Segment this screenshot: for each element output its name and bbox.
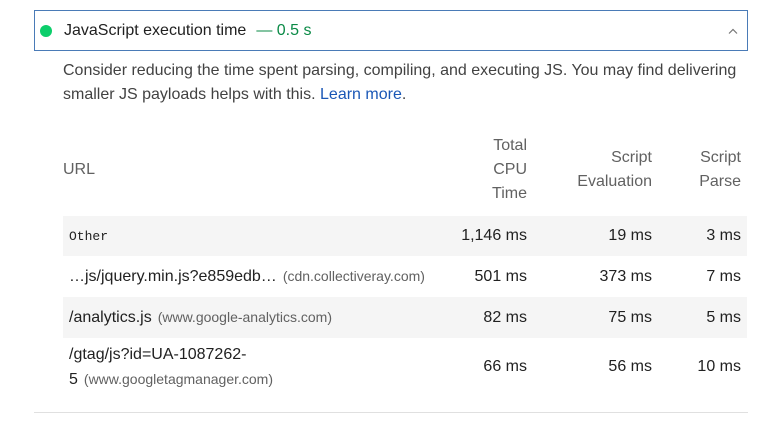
script-parse-cell: 5 ms: [706, 308, 741, 326]
table-row: …js/jquery.min.js?e859edb… (cdn.collectiv…: [63, 256, 747, 297]
url-text: Other: [69, 228, 109, 244]
header-url: URL: [63, 161, 96, 178]
header-total-line: Total: [493, 137, 527, 154]
audit-header[interactable]: JavaScript execution time — 0.5 s: [34, 10, 748, 51]
script-evaluation-cell: 19 ms: [608, 227, 652, 244]
header-script-line: Script: [700, 149, 741, 166]
description-trailing: .: [401, 86, 407, 103]
audit-display-value: — 0.5 s: [256, 21, 312, 39]
url-text-line1[interactable]: /gtag/js?id=UA-1087262-: [69, 343, 457, 367]
header-script-line: Script: [611, 149, 652, 166]
script-evaluation-cell: 56 ms: [608, 358, 652, 375]
divider: [34, 412, 748, 413]
url-cell: Other: [63, 216, 458, 256]
table-row: /gtag/js?id=UA-1087262- 5 (www.googletagm…: [63, 338, 747, 396]
url-host: (www.google-analytics.com): [157, 309, 332, 325]
details-table: URL Total CPU Time Script Evaluation Scr…: [63, 134, 747, 396]
total-cpu-time-cell: 66 ms: [483, 358, 527, 375]
script-evaluation-cell: 373 ms: [599, 267, 652, 285]
total-cpu-time-cell: 501 ms: [474, 267, 527, 285]
url-text-line2[interactable]: 5: [69, 371, 78, 388]
total-cpu-time-cell: 1,146 ms: [461, 227, 527, 244]
chevron-up-icon[interactable]: [727, 25, 739, 37]
audit-title: JavaScript execution time: [64, 21, 247, 39]
url-host: (cdn.collectiveray.com): [282, 268, 425, 284]
learn-more-link[interactable]: Learn more: [320, 86, 402, 103]
header-script-parse: Script Parse: [658, 134, 747, 216]
url-text[interactable]: …js/jquery.min.js?e859edb…: [69, 268, 277, 285]
header-parse-line: Parse: [699, 173, 741, 190]
url-host: (www.googletagmanager.com): [83, 370, 274, 387]
url-cell: /gtag/js?id=UA-1087262- 5 (www.googletagm…: [63, 338, 458, 396]
header-cpu-line: CPU: [493, 161, 527, 178]
table-row: /analytics.js (www.google-analytics.com) …: [63, 297, 747, 338]
audit-description: Consider reducing the time spent parsing…: [63, 59, 753, 107]
url-cell: …js/jquery.min.js?e859edb… (cdn.collectiv…: [63, 256, 458, 297]
script-parse-cell: 7 ms: [706, 267, 741, 285]
script-parse-cell: 3 ms: [706, 227, 741, 244]
total-cpu-time-cell: 82 ms: [483, 308, 527, 326]
script-evaluation-cell: 75 ms: [608, 308, 652, 326]
pass-status-icon: [40, 24, 52, 37]
table-row: Other 1,146 ms 19 ms 3 ms: [63, 216, 747, 256]
url-text[interactable]: /analytics.js: [69, 309, 152, 326]
header-time-line: Time: [492, 185, 527, 202]
audit-js-execution-time: JavaScript execution time — 0.5 s: [34, 10, 748, 51]
script-parse-cell: 10 ms: [697, 358, 741, 375]
url-cell: /analytics.js (www.google-analytics.com): [63, 297, 458, 338]
header-evaluation-line: Evaluation: [577, 173, 652, 190]
header-total-cpu-time: Total CPU Time: [458, 134, 533, 216]
header-script-evaluation: Script Evaluation: [533, 134, 658, 216]
table-header-row: URL Total CPU Time Script Evaluation Scr…: [63, 134, 747, 216]
